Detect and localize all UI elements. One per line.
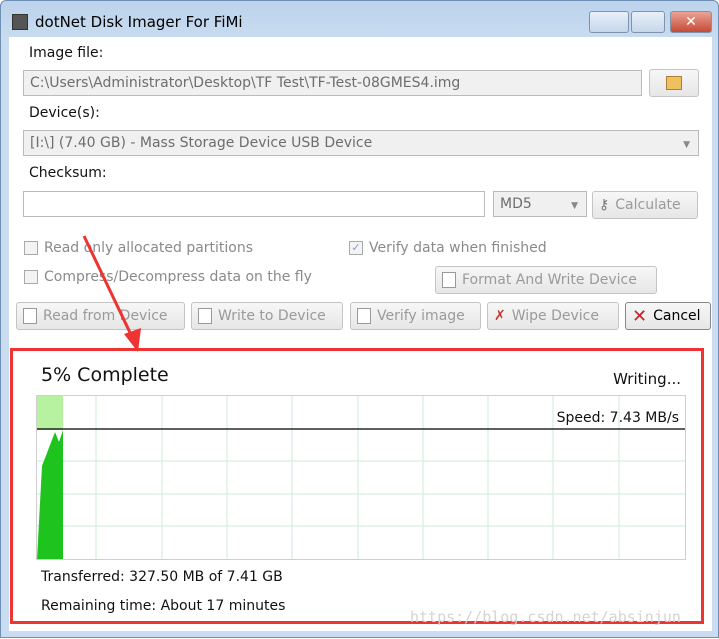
watermark: https://blog.csdn.net/absinjun: [410, 608, 681, 626]
annotation-arrow: [82, 235, 141, 352]
app-window: dotNet Disk Imager For FiMi ✕ Image file…: [0, 0, 719, 638]
